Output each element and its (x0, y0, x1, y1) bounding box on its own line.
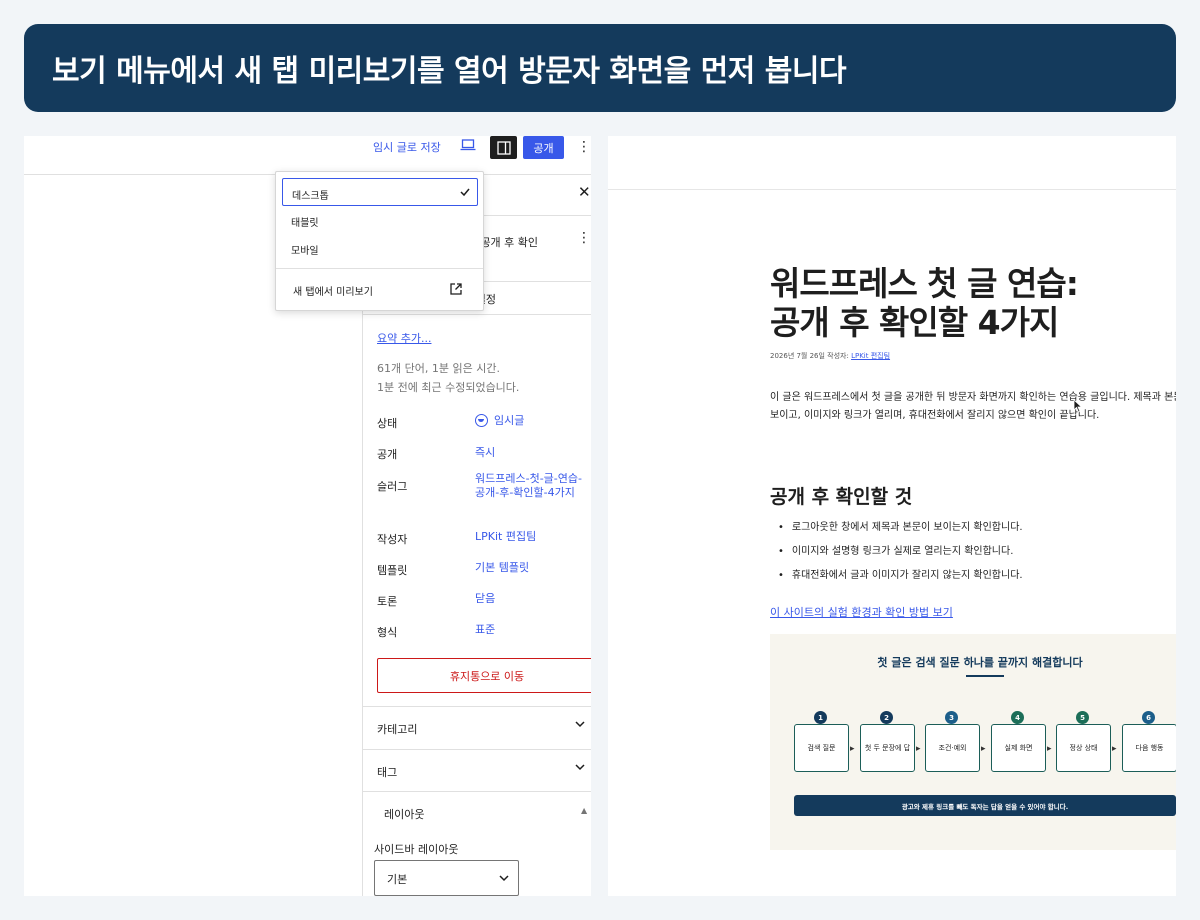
preview-screenshot: 워드프레스 첫 글 연습: 공개 후 확인할 4가지 2026년 7월 26일 … (608, 136, 1176, 896)
categories-panel-label: 카테고리 (377, 723, 418, 736)
step-number-badge: 6 (1142, 711, 1155, 724)
arrow-right-icon: ▸ (981, 744, 986, 754)
preview-option-label: 모바일 (291, 246, 319, 257)
settings-sidebar-toggle[interactable] (490, 136, 517, 159)
external-link-icon[interactable] (449, 282, 463, 296)
step-number-badge: 4 (1011, 711, 1024, 724)
tags-panel[interactable]: 태그 (363, 749, 591, 792)
discussion-label: 토론 (377, 595, 398, 608)
arrow-right-icon: ▸ (916, 744, 921, 754)
preview-dropdown-menu: 데스크톱 태블릿 모바일 새 탭에서 미리보기 (275, 171, 484, 311)
chevron-down-icon (575, 721, 585, 728)
post-paragraph: 이 글은 워드프레스에서 첫 글을 공개한 뒤 방문자 화면까지 확인하는 연습… (770, 389, 1176, 425)
status-value-text: 임시글 (494, 414, 525, 427)
divider (608, 189, 1176, 190)
post-heading: 공개 후 확인할 것 (770, 486, 913, 508)
check-icon (460, 188, 470, 197)
template-value[interactable]: 기본 템플릿 (475, 561, 585, 575)
template-label: 템플릿 (377, 564, 408, 577)
banner-title: 보기 메뉴에서 새 탭 미리보기를 열어 방문자 화면을 먼저 봅니다 (52, 54, 847, 89)
step-box: 첫 두 문장에 답 (860, 724, 915, 772)
add-excerpt-link[interactable]: 요약 추가... (377, 330, 431, 346)
visibility-label: 공개 (377, 448, 398, 461)
sidebar-icon (496, 140, 511, 155)
step-number-badge: 1 (814, 711, 827, 724)
list-item: 휴대전화에서 글과 이미지가 잘리지 않는지 확인합니다. (778, 569, 1023, 593)
format-value[interactable]: 표준 (475, 623, 585, 637)
step-number-badge: 2 (880, 711, 893, 724)
preview-option-desktop[interactable]: 데스크톱 (282, 178, 478, 206)
editor-screenshot: 임시 글로 저장 공개 ⋮ ✕ 연습: 공개 후 확인 ⋮ 미지 설정 요약 추… (24, 136, 591, 896)
tags-panel-label: 태그 (377, 766, 398, 779)
format-label: 형식 (377, 626, 398, 639)
layout-panel[interactable]: 레이아웃 ▲ (363, 791, 591, 834)
publish-button[interactable]: 공개 (523, 136, 564, 159)
draft-status-icon (475, 414, 488, 427)
preview-option-label: 데스크톱 (292, 191, 329, 202)
layout-panel-label: 레이아웃 (384, 808, 425, 821)
sidebar-layout-value: 기본 (387, 873, 408, 886)
mouse-cursor-icon (1073, 399, 1083, 413)
instruction-banner: 보기 메뉴에서 새 탭 미리보기를 열어 방문자 화면을 먼저 봅니다 (24, 24, 1176, 112)
figure-footer-bar: 광고와 제휴 링크를 빼도 독자는 답을 얻을 수 있어야 합니다. (794, 795, 1176, 816)
step-number-badge: 3 (945, 711, 958, 724)
figure-title-underline (966, 675, 1004, 677)
categories-panel[interactable]: 카테고리 (363, 706, 591, 749)
figure-title: 첫 글은 검색 질문 하나를 끝까지 해결합니다 (877, 656, 1083, 669)
visibility-value[interactable]: 즉시 (475, 446, 585, 460)
status-value[interactable]: 임시글 (475, 414, 585, 428)
list-item: 이미지와 설명형 링크가 실제로 열리는지 확인합니다. (778, 545, 1023, 569)
divider (276, 268, 483, 269)
step-box: 정상 상태 (1056, 724, 1111, 772)
last-edited: 1분 전에 최근 수정되었습니다. (377, 381, 520, 394)
preview-option-mobile[interactable]: 모바일 (282, 234, 478, 262)
word-count: 61개 단어, 1분 읽은 시간. (377, 362, 500, 375)
step-number-badge: 5 (1076, 711, 1089, 724)
step-box: 조건·예외 (925, 724, 980, 772)
checklist: 로그아웃한 창에서 제목과 본문이 보이는지 확인합니다. 이미지와 설명형 링… (778, 521, 1023, 593)
flow-diagram-figure: 첫 글은 검색 질문 하나를 끝까지 해결합니다 1 검색 질문 ▸ 2 첫 두… (770, 634, 1176, 850)
post-title-line: 워드프레스 첫 글 연습: (770, 264, 1079, 303)
laptop-icon[interactable] (460, 139, 476, 151)
author-value[interactable]: LPKit 편집팀 (475, 530, 585, 544)
save-draft-button[interactable]: 임시 글로 저장 (373, 139, 441, 155)
step-box: 검색 질문 (794, 724, 849, 772)
paragraph-line: 이 글은 워드프레스에서 첫 글을 공개한 뒤 방문자 화면까지 확인하는 연습… (770, 392, 1176, 403)
chevron-down-icon (499, 875, 509, 882)
slug-label: 슬러그 (377, 480, 408, 493)
preview-option-label: 태블릿 (291, 218, 319, 229)
post-title-line: 공개 후 확인할 4가지 (770, 303, 1059, 342)
step-box: 다음 행동 (1122, 724, 1176, 772)
list-item: 로그아웃한 창에서 제목과 본문이 보이는지 확인합니다. (778, 521, 1023, 545)
move-to-trash-button[interactable]: 휴지통으로 이동 (377, 658, 591, 693)
editor-topbar: 임시 글로 저장 공개 ⋮ (24, 136, 591, 175)
more-options-icon[interactable]: ⋮ (577, 136, 591, 158)
status-label: 상태 (377, 417, 398, 430)
post-date: 2026년 7월 26일 작성자: (770, 352, 852, 360)
arrow-right-icon: ▸ (1047, 744, 1052, 754)
post-actions-icon[interactable]: ⋮ (577, 230, 591, 246)
chevron-down-icon (575, 764, 585, 771)
preview-option-tablet[interactable]: 태블릿 (282, 206, 478, 234)
test-environment-link[interactable]: 이 사이트의 실험 환경과 확인 방법 보기 (770, 604, 953, 620)
paragraph-line: 보이고, 이미지와 링크가 열리며, 휴대전화에서 잘리지 않으면 확인이 끝납… (770, 410, 1100, 421)
sidebar-layout-select[interactable]: 기본 (374, 860, 519, 896)
arrow-right-icon: ▸ (850, 744, 855, 754)
close-icon[interactable]: ✕ (578, 183, 591, 201)
slug-value[interactable]: 워드프레스-첫-글-연습-공개-후-확인할-4가지 (475, 472, 585, 500)
step-box: 실제 화면 (991, 724, 1046, 772)
sidebar-layout-label: 사이드바 레이아웃 (374, 843, 459, 856)
author-link[interactable]: LPKit 편집팀 (851, 352, 890, 360)
discussion-value[interactable]: 닫음 (475, 592, 585, 606)
preview-in-new-tab[interactable]: 새 탭에서 미리보기 (293, 283, 373, 298)
post-meta: 2026년 7월 26일 작성자: LPKit 편집팀 (770, 351, 890, 361)
caret-up-icon: ▲ (581, 806, 588, 815)
arrow-right-icon: ▸ (1112, 744, 1117, 754)
post-title: 워드프레스 첫 글 연습: 공개 후 확인할 4가지 (770, 264, 1079, 342)
author-label: 작성자 (377, 533, 408, 546)
